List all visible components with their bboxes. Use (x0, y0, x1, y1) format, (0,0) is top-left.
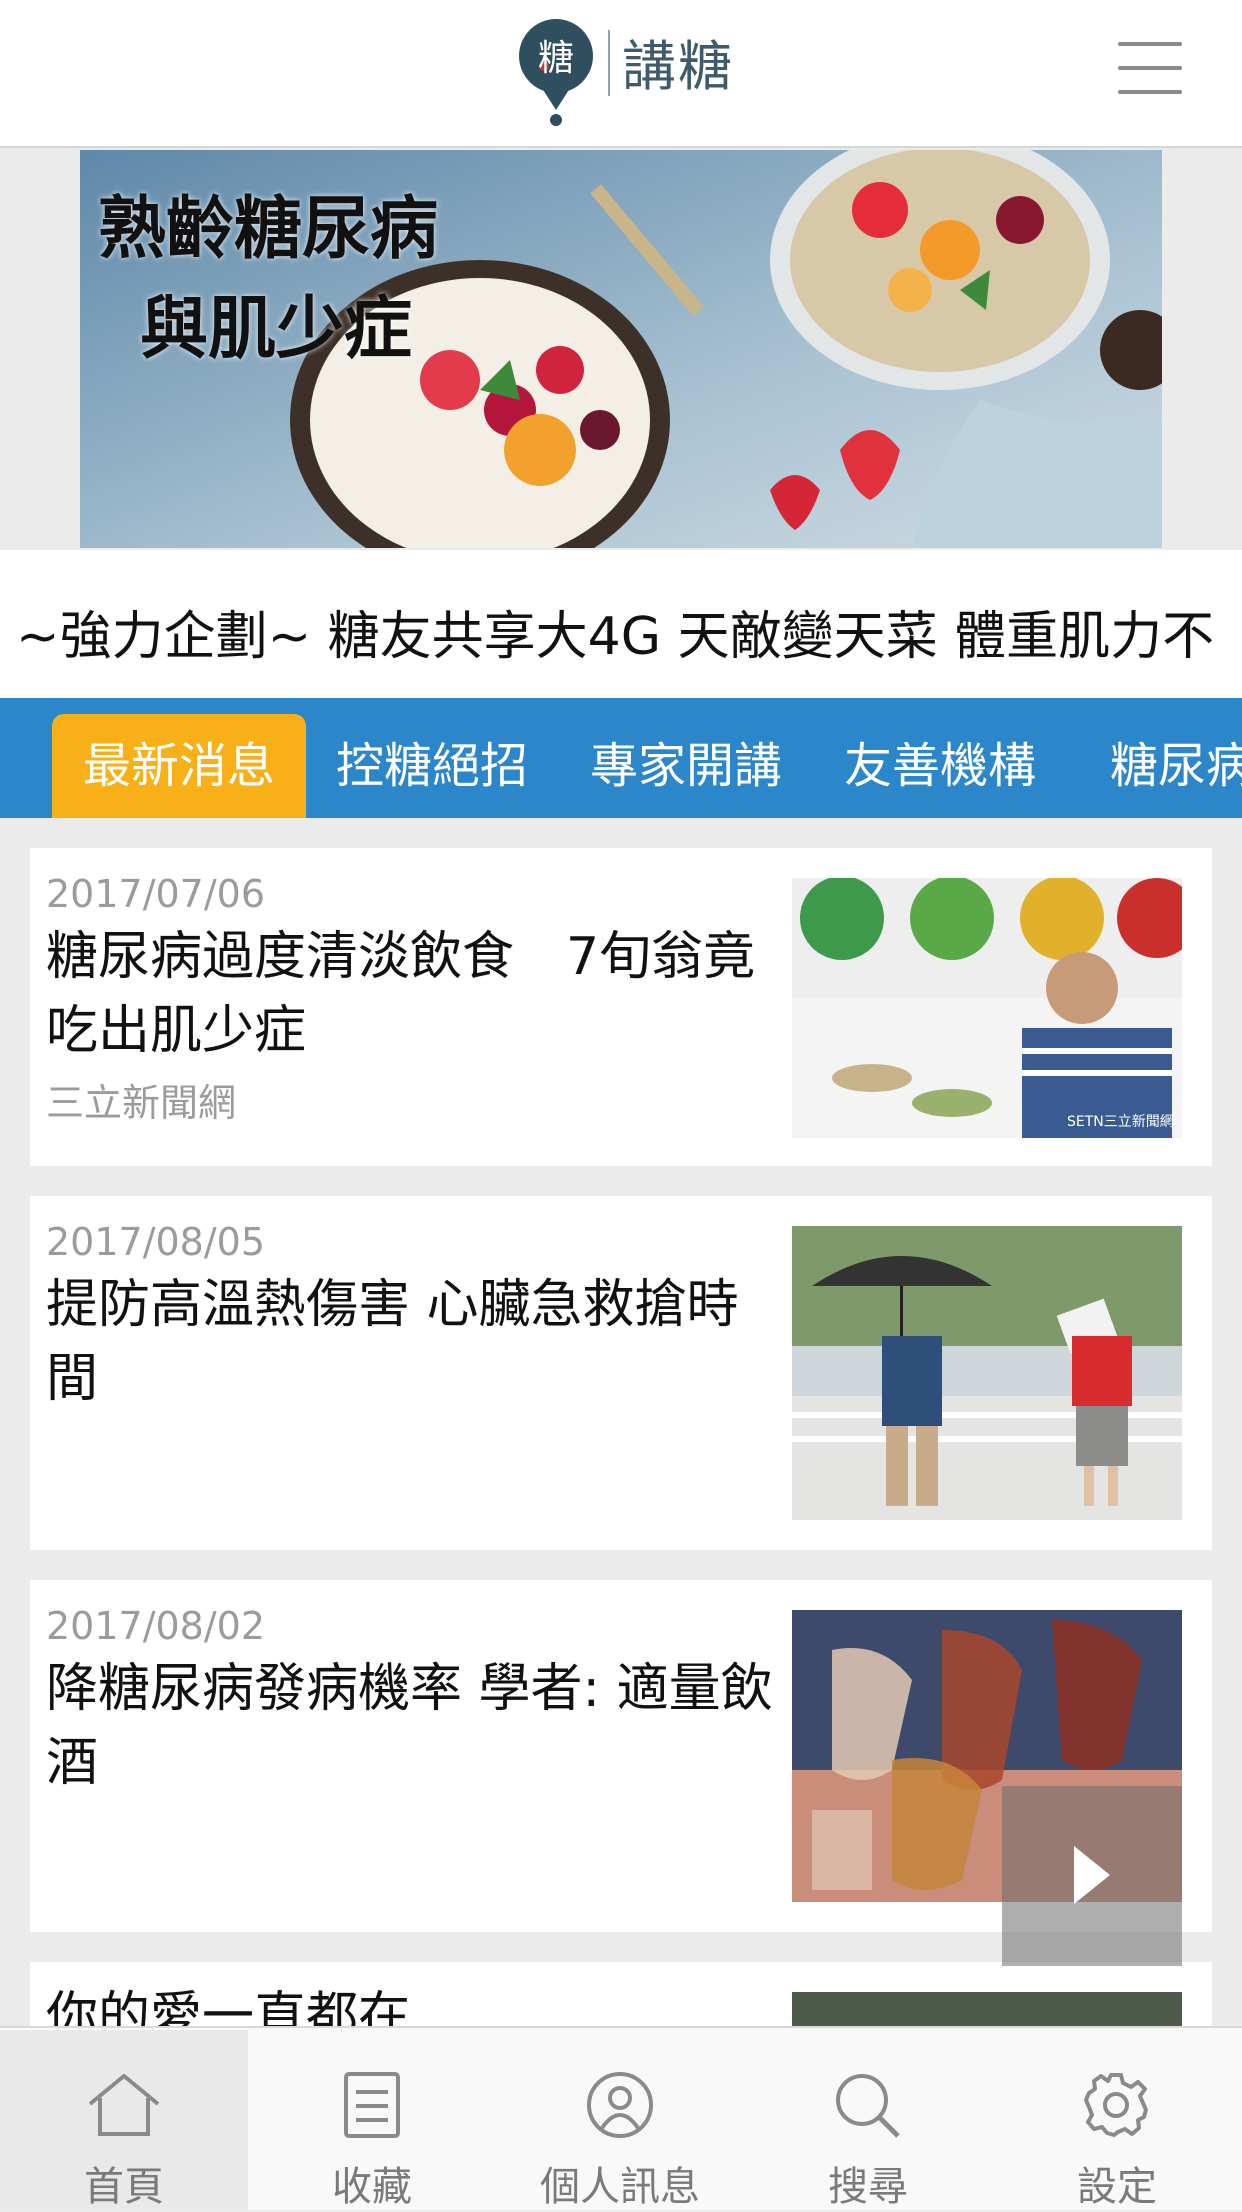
article-source: 三立新聞網 (46, 1081, 237, 1125)
article-date: 2017/07/06 (46, 872, 266, 916)
article-card[interactable]: 2017/08/05 提防高溫熱傷害 心臟急救搶時間 (30, 1196, 1212, 1550)
tab-expert-talks[interactable]: 專家開講 (584, 714, 788, 818)
hamburger-menu-icon[interactable] (1118, 42, 1182, 104)
user-icon (587, 2072, 653, 2138)
logo-divider (608, 30, 610, 96)
tabbar-label: 個人訊息 (540, 2164, 700, 2210)
tab-sugar-control-tips[interactable]: 控糖絕招 (330, 714, 534, 818)
banner-title-line1: 熟齡糖尿病 (98, 190, 439, 269)
tabbar-label: 收藏 (332, 2164, 412, 2210)
logo-char: 糖 (538, 38, 574, 79)
article-title: 降糖尿病發病機率 學者: 適量飲酒 (46, 1659, 773, 1793)
gear-icon (1084, 2073, 1148, 2137)
tabbar-label: 首頁 (84, 2164, 164, 2210)
chevron-right-icon (1074, 1846, 1110, 1904)
article-thumbnail (792, 1226, 1182, 1520)
tabbar-item-home[interactable]: 首頁 (0, 2030, 248, 2210)
home-icon (88, 2074, 160, 2136)
promo-banner[interactable]: 熟齡糖尿病 與肌少症 (80, 150, 1162, 548)
banner-title-line2: 與肌少症 (140, 290, 413, 369)
tab-friendly-institutions[interactable]: 友善機構 (838, 714, 1042, 818)
tab-latest-news[interactable]: 最新消息 (52, 714, 306, 818)
logo-text: 講糖 (622, 35, 734, 98)
marquee-headline[interactable]: ~強力企劃~ 糖友共享大4G 天敵變天菜 體重肌力不 (0, 550, 1242, 698)
thumb-watermark: SETN三立新聞網 (1067, 1114, 1174, 1130)
tabbar-item-profile[interactable]: 個人訊息 (496, 2030, 744, 2210)
tabbar-item-search[interactable]: 搜尋 (744, 2030, 992, 2210)
tabbar-item-settings[interactable]: 設定 (992, 2030, 1242, 2210)
article-date: 2017/08/02 (46, 1604, 266, 1648)
bookmark-list-icon (344, 2072, 400, 2138)
tabbar-label: 設定 (1077, 2164, 1157, 2210)
bottom-tab-bar: 首頁 收藏 個人訊息 搜尋 設定 (0, 2026, 1242, 2210)
banner-title: 熟齡糖尿病 與肌少症 (98, 180, 438, 380)
tab-diabetes[interactable]: 糖尿病 (1092, 714, 1242, 818)
article-title: 提防高溫熱傷害 心臟急救搶時間 (46, 1275, 739, 1409)
app-logo[interactable]: 糖 講糖 (518, 18, 738, 128)
tabbar-item-bookmarks[interactable]: 收藏 (248, 2030, 496, 2210)
article-date: 2017/08/05 (46, 1220, 266, 1264)
logo-pin-icon: 糖 (518, 18, 594, 128)
article-title: 糖尿病過度清淡飲食 7旬翁竟吃出肌少症 (46, 927, 756, 1061)
tabbar-label: 搜尋 (828, 2164, 908, 2210)
search-icon (836, 2074, 900, 2138)
article-card[interactable]: 2017/07/06 糖尿病過度清淡飲食 7旬翁竟吃出肌少症 三立新聞網 SET… (30, 848, 1212, 1166)
next-arrow-button[interactable] (1002, 1786, 1182, 1966)
article-thumbnail: SETN三立新聞網 (792, 878, 1182, 1138)
category-tabs: 最新消息 控糖絕招 專家開講 友善機構 糖尿病 (0, 698, 1242, 818)
marquee-text: ~強力企劃~ 糖友共享大4G 天敵變天菜 體重肌力不 (16, 607, 1215, 667)
app-header: 糖 講糖 (0, 0, 1242, 148)
